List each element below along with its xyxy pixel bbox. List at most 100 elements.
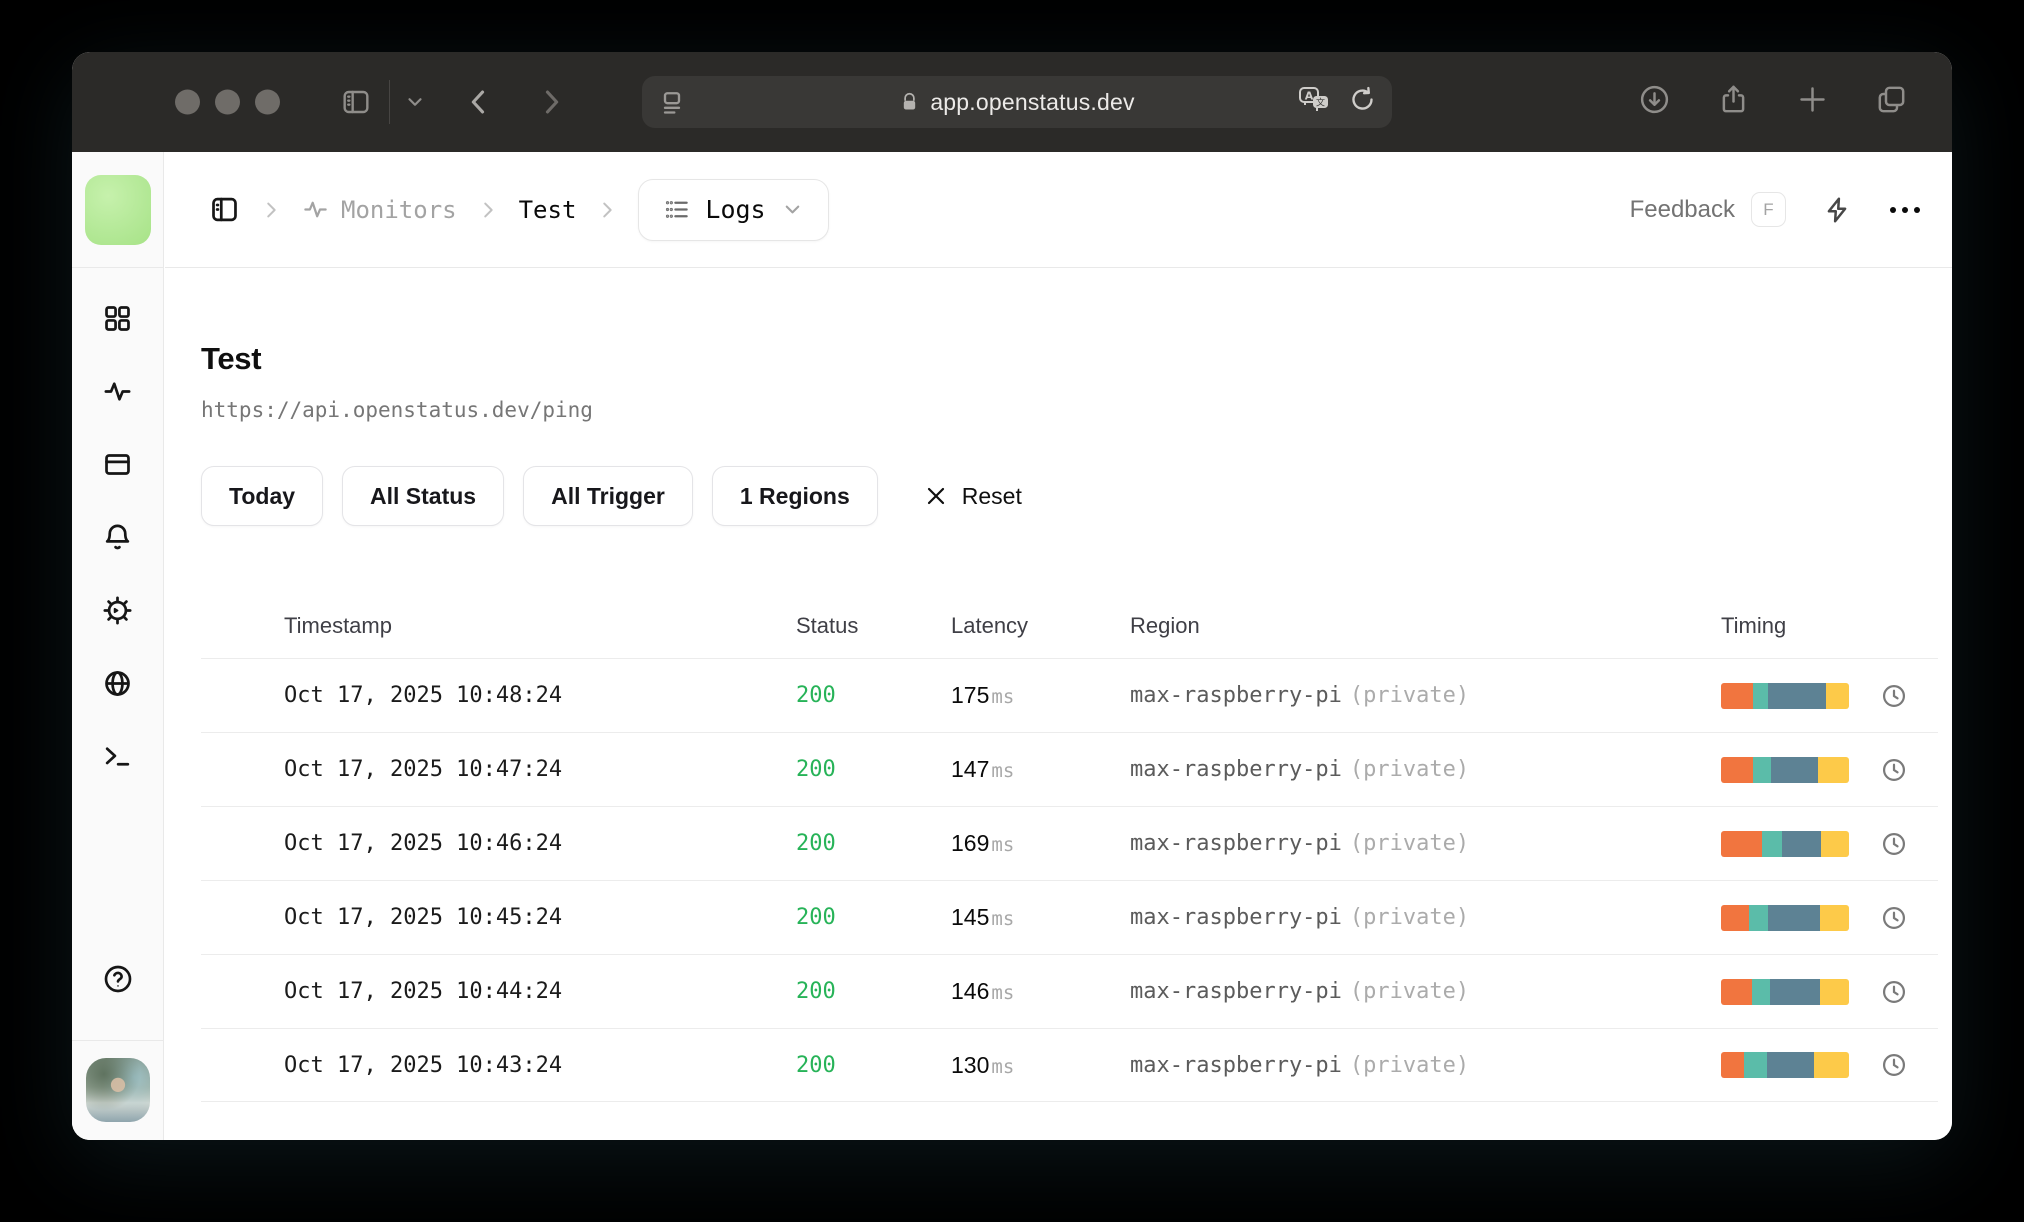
new-tab-icon[interactable] <box>1796 83 1829 121</box>
log-status: 200 <box>796 1052 836 1078</box>
app-header: Monitors Test Logs Feedback F <box>165 152 1952 268</box>
svg-text:A: A <box>1305 89 1314 102</box>
browser-titlebar: app.openstatus.dev A 文 <box>72 52 1952 152</box>
col-latency: Latency <box>951 613 1029 638</box>
clock-icon <box>1880 978 1908 1006</box>
sidebar-item-dashboard[interactable] <box>102 303 133 334</box>
browser-window: app.openstatus.dev A 文 Monitors Test Log… <box>72 52 1952 1140</box>
log-status: 200 <box>796 979 836 1004</box>
logs-dropdown-label: Logs <box>705 195 766 224</box>
log-status: 200 <box>796 831 836 856</box>
address-text[interactable]: app.openstatus.dev <box>930 89 1134 116</box>
log-timestamp: Oct 17, 2025 10:48:24 <box>284 683 563 708</box>
translate-icon[interactable]: A 文 <box>1297 85 1331 120</box>
feedback-shortcut-badge: F <box>1751 192 1786 227</box>
toolbar-divider <box>389 80 390 124</box>
table-body: Oct 17, 2025 10:48:24 200 175 ms max-rasp… <box>201 658 1938 1102</box>
log-row[interactable]: Oct 17, 2025 10:47:24 200 147 ms max-rasp… <box>201 732 1938 806</box>
log-timestamp: Oct 17, 2025 10:43:24 <box>284 1052 563 1078</box>
sidebar-item-notifications[interactable] <box>102 522 133 553</box>
user-avatar[interactable] <box>85 1058 150 1122</box>
logs-table: Timestamp Status Latency Region Timing O… <box>201 594 1938 1102</box>
log-region: max-raspberry-pi <box>1130 683 1342 708</box>
timing-bar <box>1721 756 1849 783</box>
log-region: max-raspberry-pi <box>1130 757 1342 782</box>
log-row[interactable]: Oct 17, 2025 10:46:24 200 169 ms max-rasp… <box>201 806 1938 880</box>
app-sidebar <box>72 152 164 1140</box>
log-row[interactable]: Oct 17, 2025 10:48:24 200 175 ms max-rasp… <box>201 658 1938 732</box>
breadcrumb-test[interactable]: Test <box>519 196 577 224</box>
openstatus-app: Monitors Test Logs Feedback F Test https… <box>72 152 1952 1140</box>
date-filter-button[interactable]: Today <box>201 466 324 526</box>
log-latency: 130 <box>951 1051 990 1078</box>
log-row[interactable]: Oct 17, 2025 10:44:24 200 146 ms max-rasp… <box>201 954 1938 1028</box>
sidebar-item-cli[interactable] <box>102 741 133 772</box>
log-region: max-raspberry-pi <box>1130 831 1342 856</box>
filter-bar: Today All Status All Trigger 1 Regions R… <box>201 466 1938 526</box>
col-status: Status <box>796 613 859 638</box>
col-timing: Timing <box>1721 613 1787 638</box>
sidebar-divider <box>72 1040 163 1041</box>
reset-filters-button[interactable]: Reset <box>924 483 1022 510</box>
sidebar-item-settings[interactable] <box>102 595 133 626</box>
help-icon[interactable] <box>102 963 134 1000</box>
trigger-filter-button[interactable]: All Trigger <box>523 466 693 526</box>
svg-text:文: 文 <box>1316 96 1325 107</box>
timing-bar <box>1721 978 1849 1005</box>
chevron-down-icon[interactable] <box>404 91 426 113</box>
log-row[interactable]: Oct 17, 2025 10:45:24 200 145 ms max-rasp… <box>201 880 1938 954</box>
forward-icon[interactable] <box>534 85 568 119</box>
log-region: max-raspberry-pi <box>1130 979 1342 1004</box>
status-filter-button[interactable]: All Status <box>342 466 505 526</box>
sidebar-item-monitors[interactable] <box>102 376 133 407</box>
back-icon[interactable] <box>462 85 496 119</box>
workspace-logo[interactable] <box>84 174 151 245</box>
breadcrumb-monitors[interactable]: Monitors <box>302 196 457 224</box>
clock-icon <box>1880 682 1908 710</box>
minimize-button[interactable] <box>215 89 240 115</box>
timing-bar <box>1721 830 1849 857</box>
sidebar-item-status-pages[interactable] <box>102 449 133 480</box>
close-icon <box>927 487 944 505</box>
clock-icon <box>1880 904 1908 932</box>
log-region: max-raspberry-pi <box>1130 1052 1342 1078</box>
logs-dropdown[interactable]: Logs <box>638 178 829 241</box>
reload-icon[interactable] <box>1349 86 1376 118</box>
monitor-endpoint: https://api.openstatus.dev/ping <box>201 398 593 422</box>
clock-icon <box>1880 1051 1908 1079</box>
more-menu-icon[interactable] <box>1890 206 1920 213</box>
log-latency: 146 <box>951 978 990 1004</box>
col-region: Region <box>1130 613 1200 638</box>
log-latency: 175 <box>951 682 990 708</box>
lock-icon <box>899 92 920 113</box>
page-title: Test <box>201 341 262 376</box>
sidebar-item-global[interactable] <box>102 668 133 699</box>
log-latency: 145 <box>951 904 990 930</box>
log-timestamp: Oct 17, 2025 10:47:24 <box>284 757 563 782</box>
table-header: Timestamp Status Latency Region Timing <box>201 594 1938 658</box>
address-bar[interactable]: app.openstatus.dev A 文 <box>642 76 1392 128</box>
feedback-button[interactable]: Feedback <box>1630 196 1735 224</box>
regions-filter-button[interactable]: 1 Regions <box>711 466 878 526</box>
timing-bar <box>1721 904 1849 931</box>
log-status: 200 <box>796 757 836 782</box>
tab-overview-icon[interactable] <box>1875 83 1908 121</box>
log-timestamp: Oct 17, 2025 10:46:24 <box>284 831 563 856</box>
log-timestamp: Oct 17, 2025 10:45:24 <box>284 905 563 930</box>
log-latency: 169 <box>951 830 990 856</box>
log-latency: 147 <box>951 756 990 782</box>
chevron-down-icon <box>781 198 804 221</box>
close-button[interactable] <box>175 89 200 115</box>
log-row[interactable]: Oct 17, 2025 10:43:24 200 130 ms max-rasp… <box>201 1028 1938 1102</box>
log-region: max-raspberry-pi <box>1130 905 1342 930</box>
zap-icon[interactable] <box>1822 195 1852 225</box>
timing-bar <box>1721 682 1849 709</box>
share-icon[interactable] <box>1717 83 1750 121</box>
list-icon <box>663 196 690 223</box>
zoom-button[interactable] <box>255 89 280 115</box>
sidebar-toggle-icon[interactable] <box>340 86 372 118</box>
traffic-lights <box>175 89 280 115</box>
log-timestamp: Oct 17, 2025 10:44:24 <box>284 979 563 1004</box>
download-icon[interactable] <box>1638 83 1671 121</box>
panel-toggle-icon[interactable] <box>209 194 240 225</box>
